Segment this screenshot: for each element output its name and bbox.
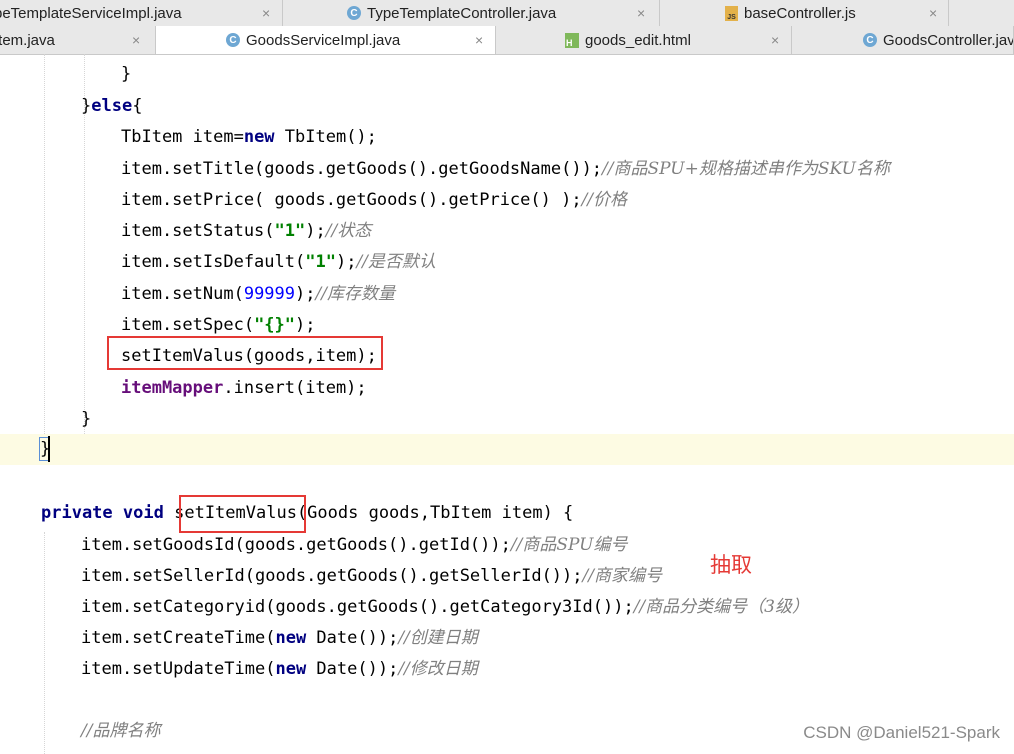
code-comment: //商家编号: [582, 566, 662, 586]
tab-typetemplatecontroller[interactable]: C TypeTemplateController.java: [283, 0, 660, 26]
tab-close-icon[interactable]: ×: [262, 0, 270, 26]
js-file-icon: JS: [725, 5, 738, 21]
method-name-highlight-box: [179, 495, 306, 533]
string-literal: "{}": [254, 315, 296, 335]
code-text: Date());: [306, 628, 399, 648]
tab-goodsserviceimpl[interactable]: C GoodsServiceImpl.java: [156, 26, 496, 54]
tab-close-icon[interactable]: ×: [929, 0, 937, 26]
code-comment: //商品SPU+规格描述串作为SKU名称: [602, 159, 890, 179]
code-line: item.setCategoryid(goods.getGoods().getC…: [0, 592, 1014, 623]
code-text: item.setStatus(: [121, 221, 275, 241]
tab-label: GoodsController.java: [883, 31, 1014, 49]
code-line: itemMapper.insert(item);: [0, 373, 1014, 404]
keyword-private: private: [41, 503, 113, 523]
number-literal: 99999: [243, 284, 296, 304]
keyword-new: new: [275, 628, 307, 648]
tab-typetemplateserviceimpl[interactable]: peTemplateServiceImpl.java: [0, 0, 283, 26]
tab-label: peTemplateServiceImpl.java: [0, 4, 182, 22]
keyword-void: void: [122, 503, 164, 523]
tab-label: Item.java: [0, 31, 55, 49]
code-line: item.setNum(99999);//库存数量: [0, 279, 1014, 310]
code-line: item.setTitle(goods.getGoods().getGoodsN…: [0, 154, 1014, 185]
code-text: item.setSpec(: [121, 315, 255, 335]
call-highlight-box: [107, 336, 383, 370]
tab-close-icon[interactable]: ×: [475, 26, 483, 54]
java-class-icon: C: [226, 33, 240, 47]
annotation-label: 抽取: [710, 553, 752, 577]
html-file-icon: H: [565, 32, 579, 48]
closing-brace: }: [81, 96, 92, 116]
code-line: TbItem item=new TbItem();: [0, 122, 1014, 153]
tab-label: GoodsServiceImpl.java: [246, 31, 401, 49]
tab-label: goods_edit.html: [585, 31, 691, 49]
tab-goodscontroller[interactable]: C GoodsController.java: [793, 26, 1014, 54]
code-comment: //是否默认: [356, 252, 436, 272]
string-literal: "1": [274, 221, 306, 241]
java-class-icon: C: [347, 6, 361, 20]
opening-brace: {: [132, 96, 143, 116]
editor-tab-bar-top: peTemplateServiceImpl.java × C TypeTempl…: [0, 0, 1014, 27]
keyword-new: new: [243, 127, 275, 147]
closing-brace: }: [121, 64, 132, 84]
code-line: }: [0, 59, 1014, 90]
code-text: Date());: [306, 659, 399, 679]
string-literal: "1": [305, 252, 336, 272]
code-line: item.setCreateTime(new Date());//创建日期: [0, 623, 1014, 654]
keyword-new: new: [275, 659, 307, 679]
code-comment: //商品SPU编号: [510, 535, 628, 555]
code-line: private void setItemValus(Goods goods,Tb…: [0, 498, 1014, 529]
code-comment: //商品分类编号（3级）: [633, 597, 809, 617]
java-class-icon: C: [863, 33, 877, 47]
tab-close-icon[interactable]: ×: [132, 26, 140, 54]
code-line: item.setIsDefault("1");//是否默认: [0, 247, 1014, 278]
code-comment: //品牌名称: [81, 721, 161, 741]
code-text: .insert(item);: [223, 378, 367, 398]
code-line: item.setStatus("1");//状态: [0, 216, 1014, 247]
code-text: );: [305, 221, 326, 241]
code-text: TbItem();: [274, 127, 377, 147]
keyword-else: else: [91, 96, 133, 116]
tab-close-icon[interactable]: ×: [771, 26, 779, 54]
text-caret: [48, 436, 50, 462]
code-text: item.setTitle(goods.getGoods().getGoodsN…: [121, 159, 603, 179]
code-line: item.setSellerId(goods.getGoods().getSel…: [0, 561, 1014, 592]
tab-goods-edit-html[interactable]: H goods_edit.html: [497, 26, 792, 54]
code-text: TbItem item=: [121, 127, 244, 147]
tab-basecontroller-js[interactable]: JS baseController.js: [661, 0, 949, 26]
code-line: item.setGoodsId(goods.getGoods().getId()…: [0, 530, 1014, 561]
tab-label: TypeTemplateController.java: [367, 4, 557, 22]
code-comment: //状态: [325, 221, 372, 241]
code-line: item.setUpdateTime(new Date());//修改日期: [0, 654, 1014, 685]
code-comment: //库存数量: [315, 284, 395, 304]
code-text: item.setNum(: [121, 284, 244, 304]
editor-tab-bar-bottom: Item.java × C GoodsServiceImpl.java × H …: [0, 26, 1014, 55]
code-text: item.setCategoryid(goods.getGoods().getC…: [81, 597, 634, 617]
code-text: );: [295, 315, 316, 335]
code-text: item.setCreateTime(: [81, 628, 276, 648]
code-comment: //创建日期: [398, 628, 478, 648]
code-text: item.setUpdateTime(: [81, 659, 276, 679]
code-text: (Goods goods,TbItem item) {: [296, 503, 574, 523]
code-text: item.setPrice( goods.getGoods().getPrice…: [121, 190, 582, 210]
code-line: }else{: [0, 91, 1014, 122]
tab-close-icon[interactable]: ×: [637, 0, 645, 26]
code-text: item.setGoodsId(goods.getGoods().getId()…: [81, 535, 511, 555]
code-line: }: [0, 404, 1014, 435]
watermark: CSDN @Daniel521-Spark: [803, 723, 1000, 742]
code-text: item.setSellerId(goods.getGoods().getSel…: [81, 566, 583, 586]
code-text: item.setIsDefault(: [121, 252, 306, 272]
code-text: );: [335, 252, 357, 272]
closing-brace: }: [81, 409, 92, 429]
code-text: );: [295, 284, 316, 304]
code-comment: //修改日期: [398, 659, 478, 679]
code-line: item.setPrice( goods.getGoods().getPrice…: [0, 185, 1014, 216]
tab-label: baseController.js: [744, 4, 856, 22]
current-line: }: [0, 434, 1014, 465]
field-reference: itemMapper: [121, 378, 224, 398]
code-comment: //价格: [581, 190, 628, 210]
